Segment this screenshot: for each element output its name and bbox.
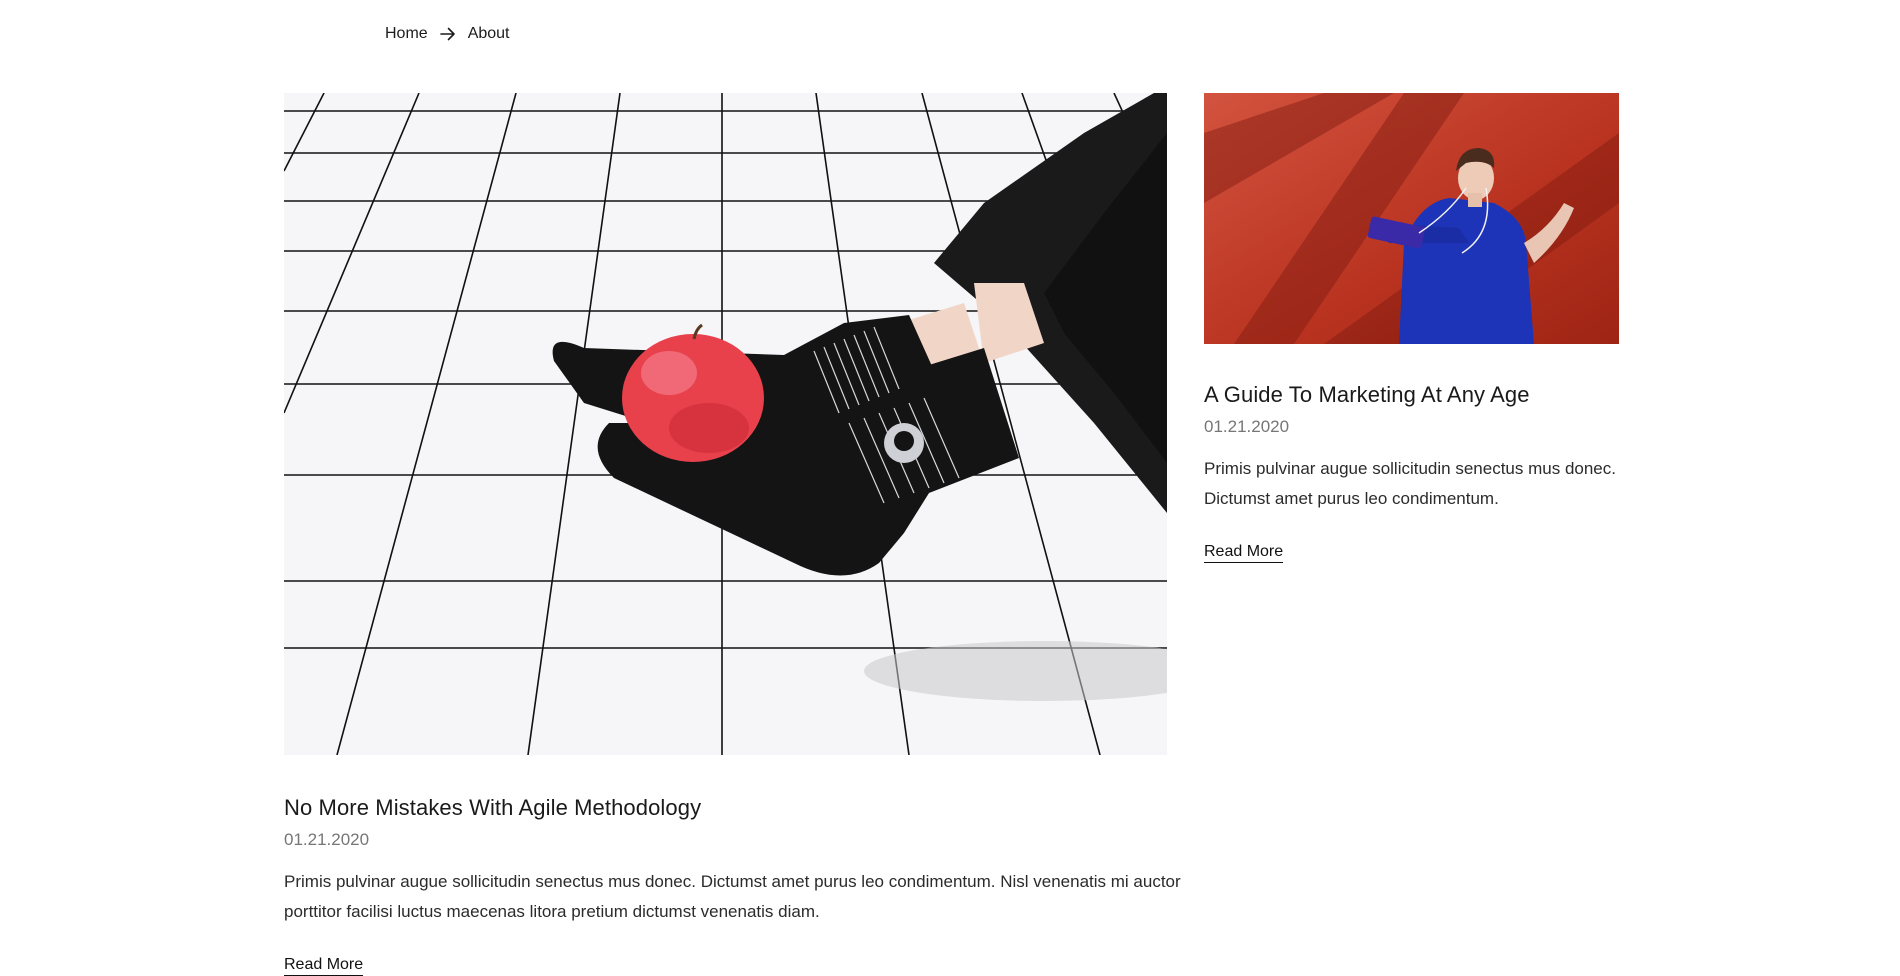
- post-excerpt: Primis pulvinar augue sollicitudin senec…: [284, 872, 1181, 921]
- post-image-link[interactable]: [284, 93, 1167, 755]
- post-image-woman-red: [1204, 93, 1619, 344]
- post-title[interactable]: No More Mistakes With Agile Methodology: [284, 795, 1184, 821]
- read-more-link[interactable]: Read More: [1204, 543, 1284, 563]
- blog-post-card: No More Mistakes With Agile Methodology …: [284, 93, 1184, 976]
- post-date: 01.21.2020: [1204, 417, 1290, 436]
- post-excerpt: Primis pulvinar augue sollicitudin senec…: [1204, 459, 1616, 508]
- blog-post-card: A Guide To Marketing At Any Age 01.21.20…: [1204, 93, 1624, 563]
- post-image-link[interactable]: [1204, 93, 1619, 344]
- breadcrumb: Home About: [385, 22, 510, 46]
- post-date: 01.21.2020: [284, 830, 370, 849]
- arrow-right-icon: [439, 27, 456, 41]
- breadcrumb-current: About: [467, 25, 510, 42]
- post-title[interactable]: A Guide To Marketing At Any Age: [1204, 382, 1624, 408]
- read-more-link[interactable]: Read More: [284, 956, 364, 976]
- post-image-apple-socks: [284, 93, 1167, 755]
- breadcrumb-home-link[interactable]: Home: [385, 25, 428, 43]
